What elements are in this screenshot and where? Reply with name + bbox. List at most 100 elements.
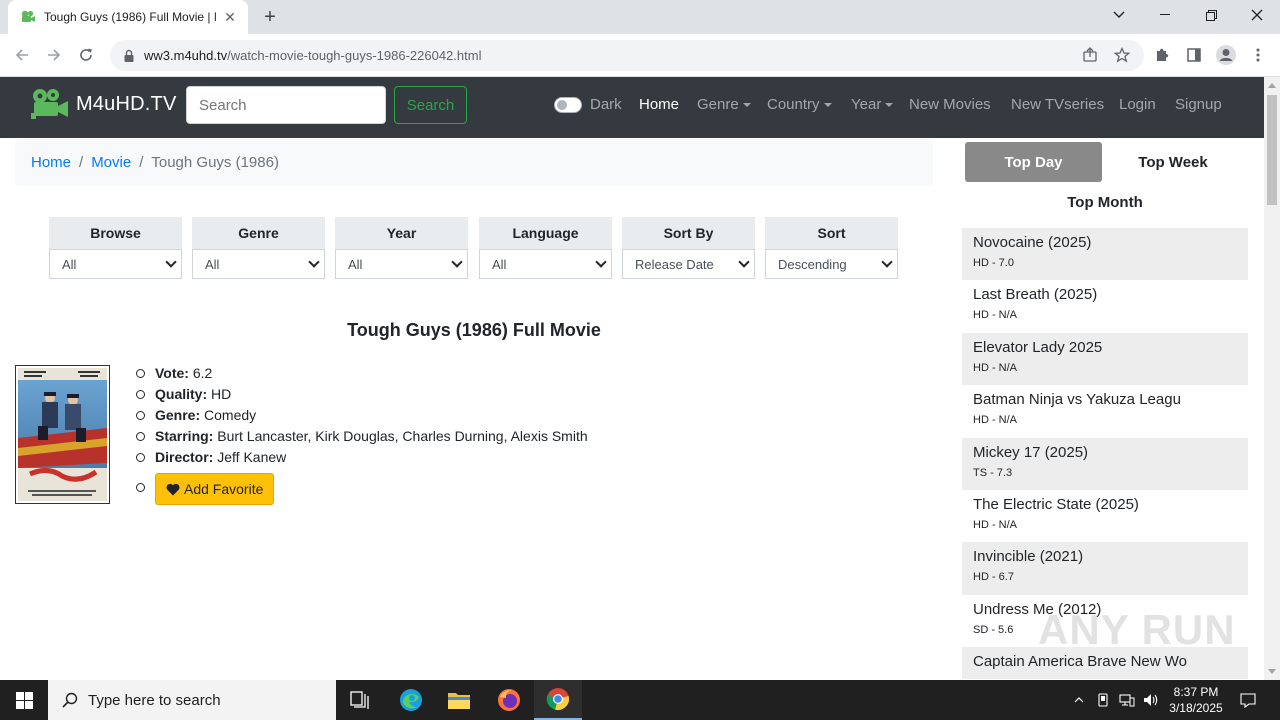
browser-tab[interactable]: Tough Guys (1986) Full Movie | M4uHD ✕ (8, 0, 248, 34)
edge-browser-icon[interactable] (387, 680, 435, 720)
nav-year-dropdown[interactable]: Year (851, 96, 894, 113)
camera-logo-icon (31, 89, 68, 119)
filter-sort: Sort Descending (765, 217, 898, 279)
taskbar-search-box[interactable]: Type here to search (48, 680, 336, 720)
chevron-down-icon (308, 256, 320, 268)
tray-chevron-up-icon[interactable] (1068, 680, 1090, 720)
task-view-icon[interactable] (336, 680, 384, 720)
list-item[interactable]: Last Breath (2025) HD - N/A (962, 280, 1248, 332)
movie-poster[interactable] (15, 365, 110, 504)
site-logo-text: M4uHD.TV (76, 92, 177, 115)
heart-icon (166, 483, 180, 495)
scroll-up-arrow-icon (1268, 83, 1276, 88)
nav-login[interactable]: Login (1119, 96, 1156, 113)
movie-vote: Vote: 6.2 (135, 363, 588, 384)
filter-genre-select[interactable]: All (192, 249, 325, 279)
notification-center-icon[interactable] (1234, 680, 1262, 720)
breadcrumb-home[interactable]: Home (31, 154, 71, 171)
site-search-input[interactable] (186, 86, 386, 124)
site-search-button[interactable]: Search (394, 86, 467, 124)
address-bar[interactable]: ww3.m4uhd.tv/watch-movie-tough-guys-1986… (110, 40, 1144, 71)
nav-new-movies[interactable]: New Movies (909, 96, 991, 113)
tab-top-week[interactable]: Top Week (1105, 142, 1241, 182)
list-item[interactable]: Novocaine (2025) HD - 7.0 (962, 228, 1248, 281)
tab-close-icon[interactable]: ✕ (222, 9, 238, 25)
profile-avatar-icon[interactable] (1212, 41, 1240, 69)
chevron-down-icon (881, 256, 893, 268)
caret-down-icon (885, 103, 894, 108)
tray-device-icon[interactable] (1092, 680, 1114, 720)
filter-browse: Browse All (49, 217, 182, 279)
network-icon[interactable] (1116, 680, 1138, 720)
taskbar-clock[interactable]: 8:37 PM 3/18/2025 (1160, 684, 1232, 716)
filter-browse-select[interactable]: All (49, 249, 182, 279)
tab-top-day[interactable]: Top Day (965, 142, 1102, 182)
scrollbar-thumb (1267, 95, 1277, 205)
chevron-down-icon (595, 256, 607, 268)
share-icon[interactable] (1076, 41, 1104, 69)
filter-year-select[interactable]: All (335, 249, 468, 279)
filter-language: Language All (479, 217, 612, 279)
site-logo[interactable]: M4uHD.TV (30, 87, 177, 121)
nav-new-tvseries[interactable]: New TVseries (1011, 96, 1104, 113)
poster-image (18, 368, 107, 501)
chevron-down-icon (738, 256, 750, 268)
nav-country-dropdown[interactable]: Country (767, 96, 832, 113)
site-favicon-icon (21, 10, 35, 22)
filter-label: Year (335, 217, 468, 249)
dark-mode-toggle[interactable] (554, 97, 582, 113)
search-icon (62, 692, 78, 708)
lock-icon (124, 49, 134, 62)
list-item[interactable]: The Electric State (2025) HD - N/A (962, 490, 1248, 542)
list-item[interactable]: Invincible (2021) HD - 6.7 (962, 542, 1248, 595)
movie-title: Tough Guys (1986) Full Movie (347, 320, 601, 340)
chrome-icon[interactable] (534, 680, 582, 720)
extensions-puzzle-icon[interactable] (1148, 41, 1176, 69)
windows-logo-icon (15, 691, 33, 709)
browser-toolbar: ww3.m4uhd.tv/watch-movie-tough-guys-1986… (0, 34, 1280, 77)
filter-sort-by-select[interactable]: Release Date (622, 249, 755, 279)
filter-language-select[interactable]: All (479, 249, 612, 279)
back-arrow-icon[interactable] (10, 43, 34, 67)
browser-menu-icon[interactable] (1244, 41, 1272, 69)
close-window-button[interactable] (1234, 0, 1280, 30)
list-item[interactable]: Mickey 17 (2025) TS - 7.3 (962, 437, 1248, 490)
taskbar-search-placeholder: Type here to search (88, 691, 221, 709)
start-button[interactable] (0, 680, 48, 720)
page-scrollbar[interactable] (1264, 77, 1280, 680)
url-text: ww3.m4uhd.tv/watch-movie-tough-guys-1986… (144, 48, 482, 63)
new-tab-button[interactable]: + (258, 6, 282, 28)
clock-date: 3/18/2025 (1169, 701, 1223, 715)
minimize-button[interactable] (1142, 0, 1188, 30)
tab-title: Tough Guys (1986) Full Movie | M4uHD (44, 10, 216, 24)
dark-mode-label: Dark (590, 96, 622, 113)
breadcrumb-movie[interactable]: Movie (91, 154, 131, 171)
tab-top-month[interactable]: Top Month (965, 182, 1245, 222)
filter-sort-select[interactable]: Descending (765, 249, 898, 279)
bookmark-star-icon[interactable] (1108, 41, 1136, 69)
list-item[interactable]: Elevator Lady 2025 HD - N/A (962, 332, 1248, 386)
tab-search-chevron-icon[interactable] (1096, 0, 1142, 30)
caret-down-icon (823, 103, 832, 108)
volume-icon[interactable] (1140, 680, 1162, 720)
nav-genre-dropdown[interactable]: Genre (697, 96, 751, 113)
reload-icon[interactable] (74, 43, 98, 67)
nav-home[interactable]: Home (639, 96, 679, 113)
list-item[interactable]: Batman Ninja vs Yakuza Leagu HD - N/A (962, 385, 1248, 437)
anyrun-watermark: ANY RUN (1038, 606, 1236, 653)
filter-genre: Genre All (192, 217, 325, 279)
side-panel-icon[interactable] (1180, 41, 1208, 69)
filter-label: Browse (49, 217, 182, 249)
chevron-down-icon (451, 256, 463, 268)
movie-genre: Genre: Comedy (135, 405, 588, 426)
nav-signup[interactable]: Signup (1175, 96, 1222, 113)
filter-year: Year All (335, 217, 468, 279)
filter-label: Sort By (622, 217, 755, 249)
firefox-icon[interactable] (485, 680, 533, 720)
forward-arrow-icon[interactable] (42, 43, 66, 67)
add-favorite-button[interactable]: Add Favorite (155, 473, 275, 505)
movie-director: Director: Jeff Kanew (135, 447, 588, 468)
file-explorer-icon[interactable] (435, 680, 483, 720)
restore-button[interactable] (1188, 0, 1234, 30)
filter-label: Genre (192, 217, 325, 249)
